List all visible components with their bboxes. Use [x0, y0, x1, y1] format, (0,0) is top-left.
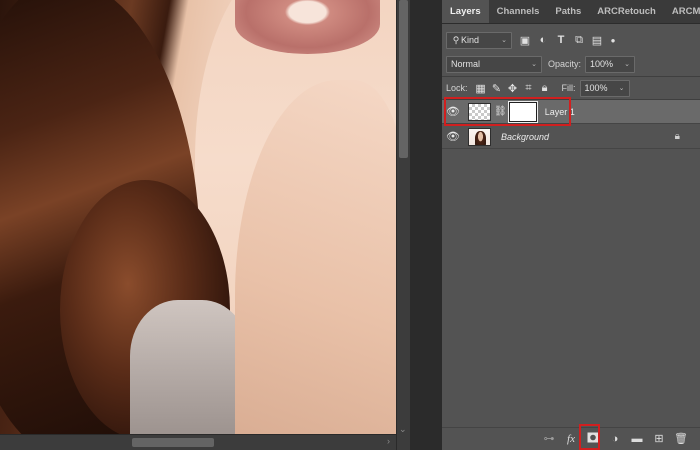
search-icon: ⚲	[452, 34, 460, 45]
layer-thumbnail[interactable]	[468, 102, 491, 121]
vertical-scrollbar[interactable]: ⌄	[396, 0, 410, 450]
mask-link-icon[interactable]: ⛓︎	[494, 106, 507, 117]
panel-dock-gutter	[410, 0, 442, 450]
smart-object-filter-icon[interactable]: ▤	[590, 34, 604, 47]
chevron-down-icon: ⌄	[531, 61, 537, 68]
shape-filter-icon[interactable]: ⧉	[572, 34, 586, 47]
visibility-eye-icon[interactable]: 👁︎	[442, 105, 464, 118]
panel-tabs: Layers Channels Paths ARCRetouch ARCMask	[442, 0, 700, 24]
fill-value: 100%	[584, 83, 608, 93]
document-canvas[interactable]	[0, 0, 396, 434]
filter-toggle-icon[interactable]: ●	[606, 36, 620, 45]
lock-transparent-icon[interactable]: ▦	[474, 82, 488, 95]
lock-artboard-icon[interactable]: ⌗	[522, 82, 536, 95]
add-mask-icon-glyph	[587, 432, 599, 443]
adjustment-layer-icon[interactable]: ◑	[608, 432, 622, 446]
filter-kind-value: Kind	[461, 35, 480, 45]
lock-all-icon[interactable]: 🔒︎	[538, 82, 552, 95]
lock-image-icon[interactable]: ✎	[490, 82, 504, 95]
trash-icon[interactable]: 🗑︎	[674, 432, 688, 446]
lock-position-icon[interactable]: ✥	[506, 82, 520, 95]
chevron-down-icon: ⌄	[618, 85, 625, 92]
opacity-label: Opacity:	[548, 59, 582, 69]
filter-row: ⚲ Kind ⌄ ▣ ◐ T ⧉ ▤ ●	[442, 30, 700, 50]
vertical-scroll-thumb[interactable]	[399, 0, 408, 158]
photo-shoulder	[130, 300, 250, 434]
tab-channels[interactable]: Channels	[489, 0, 548, 23]
scroll-right-icon[interactable]: ›	[387, 436, 390, 446]
opacity-value: 100%	[590, 59, 614, 69]
scroll-down-icon[interactable]: ⌄	[399, 424, 407, 435]
horizontal-scroll-thumb[interactable]	[132, 438, 214, 447]
lock-row: Lock: ▦ ✎ ✥ ⌗ 🔒︎ Fill: 100% ⌄	[442, 78, 700, 98]
layer-name[interactable]: Background	[501, 132, 549, 142]
tab-arcretouch[interactable]: ARCRetouch	[589, 0, 664, 23]
fill-field[interactable]: 100% ⌄	[579, 79, 630, 97]
tab-paths[interactable]: Paths	[547, 0, 589, 23]
lock-label: Lock:	[446, 83, 468, 93]
visibility-eye-icon[interactable]: 👁︎	[442, 130, 464, 143]
layers-panel: Layers Channels Paths ARCRetouch ARCMask…	[442, 0, 700, 450]
layers-bottom-bar: ⊶ fx ◑ ▬ ⊞ 🗑︎	[442, 427, 700, 450]
layer-mask-thumbnail[interactable]	[507, 100, 538, 123]
opacity-field[interactable]: 100% ⌄	[585, 55, 636, 73]
background-thumbnail[interactable]	[468, 127, 491, 146]
add-mask-icon[interactable]	[586, 432, 600, 446]
layer-row-layer-1[interactable]: 👁︎ ⛓︎ Layer 1	[442, 100, 700, 124]
tab-arcmask[interactable]: ARCMask	[664, 0, 700, 23]
chevron-down-icon: ⌄	[624, 61, 631, 68]
new-layer-icon[interactable]: ⊞	[652, 432, 666, 446]
fill-label: Fill:	[561, 83, 576, 93]
blend-mode-dropdown[interactable]: Normal ⌄	[446, 55, 542, 73]
layer-row-background[interactable]: 👁︎ Background 🔒︎	[442, 125, 700, 149]
lock-icon[interactable]: 🔒︎	[675, 131, 680, 142]
blend-mode-value: Normal	[451, 59, 481, 69]
blend-row: Normal ⌄ Opacity: 100% ⌄	[442, 54, 700, 74]
type-filter-icon[interactable]: T	[554, 34, 568, 46]
filter-kind-dropdown[interactable]: ⚲ Kind ⌄	[446, 31, 512, 49]
fx-icon[interactable]: fx	[564, 432, 578, 446]
new-group-icon[interactable]: ▬	[630, 432, 644, 446]
link-layers-icon[interactable]: ⊶	[542, 432, 556, 446]
adjustment-filter-icon[interactable]: ◐	[536, 34, 550, 46]
chevron-down-icon: ⌄	[501, 37, 507, 44]
horizontal-scrollbar[interactable]: ›	[0, 434, 396, 450]
image-filter-icon[interactable]: ▣	[518, 34, 532, 47]
layer-name[interactable]: Layer 1	[545, 107, 575, 117]
tab-layers[interactable]: Layers	[442, 0, 489, 23]
divider	[442, 76, 700, 77]
